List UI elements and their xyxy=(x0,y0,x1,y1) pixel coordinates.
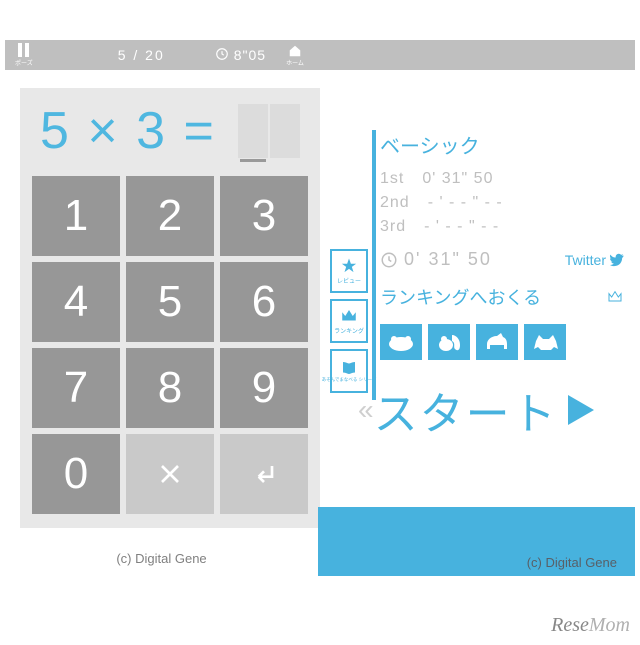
animal-squirrel[interactable] xyxy=(428,324,470,360)
pause-label: ポーズ xyxy=(15,58,33,67)
top-bar: ポーズ 5 / 20 8"05 ホーム xyxy=(5,40,635,70)
ranking-label: ランキング xyxy=(334,326,364,335)
x-icon xyxy=(154,458,186,490)
best-time-row: 0' 31" 50 Twitter xyxy=(380,249,625,270)
pause-icon xyxy=(18,43,29,57)
series-label: あそんでまなべる シリーズ xyxy=(322,378,377,383)
answer-cell-2[interactable] xyxy=(270,104,300,158)
key-clear[interactable] xyxy=(126,434,214,514)
rank-row: 1st0' 31" 50 xyxy=(380,167,625,191)
answer-cells xyxy=(238,104,300,158)
key-1[interactable]: 1 xyxy=(32,176,120,256)
twitter-share[interactable]: Twitter xyxy=(565,252,625,268)
key-8[interactable]: 8 xyxy=(126,348,214,428)
animal-icons xyxy=(380,324,625,360)
clock-icon xyxy=(215,47,229,64)
animal-horse[interactable] xyxy=(476,324,518,360)
home-label: ホーム xyxy=(286,58,304,67)
start-button[interactable]: スタート xyxy=(374,378,596,442)
equation-text: 5 × 3 = xyxy=(40,101,234,161)
twitter-icon xyxy=(609,253,625,267)
rank-list: 1st0' 31" 50 2nd- ' - - " - - 3rd- ' - -… xyxy=(380,167,625,239)
mode-title: ベーシック xyxy=(380,130,625,159)
home-icon xyxy=(287,44,303,58)
key-7[interactable]: 7 xyxy=(32,348,120,428)
progress-counter: 5 / 20 xyxy=(118,47,165,63)
key-0[interactable]: 0 xyxy=(32,434,120,514)
watermark: ReseMom xyxy=(551,614,630,637)
key-5[interactable]: 5 xyxy=(126,262,214,342)
key-3[interactable]: 3 xyxy=(220,176,308,256)
enter-icon xyxy=(248,458,280,490)
animal-wolf[interactable] xyxy=(524,324,566,360)
keypad-panel: 5 × 3 = 1 2 3 4 5 6 7 8 9 0 xyxy=(20,88,320,528)
play-icon xyxy=(566,393,596,427)
footer-right: (c) Digital Gene xyxy=(318,507,635,576)
send-to-ranking[interactable]: ランキングへおくる xyxy=(380,284,625,310)
ranking-button[interactable]: ランキング xyxy=(330,299,368,343)
rank-row: 3rd- ' - - " - - xyxy=(380,215,625,239)
pause-button[interactable]: ポーズ xyxy=(15,43,33,67)
key-9[interactable]: 9 xyxy=(220,348,308,428)
crown-icon xyxy=(605,289,625,305)
animal-hippo[interactable] xyxy=(380,324,422,360)
keypad: 1 2 3 4 5 6 7 8 9 0 xyxy=(32,176,308,514)
side-buttons: レビュー ランキング あそんでまなべる シリーズ xyxy=(330,249,368,393)
chevron-left-icon[interactable]: « xyxy=(358,394,366,426)
answer-cell-1[interactable] xyxy=(238,104,268,158)
footer-left: (c) Digital Gene xyxy=(5,540,318,576)
key-2[interactable]: 2 xyxy=(126,176,214,256)
rank-row: 2nd- ' - - " - - xyxy=(380,191,625,215)
clock-icon xyxy=(380,251,398,269)
result-panel: ベーシック 1st0' 31" 50 2nd- ' - - " - - 3rd-… xyxy=(380,130,625,442)
crown-icon xyxy=(339,307,359,325)
equation: 5 × 3 = xyxy=(40,96,300,166)
series-button[interactable]: あそんでまなべる シリーズ xyxy=(330,349,368,393)
key-6[interactable]: 6 xyxy=(220,262,308,342)
key-enter[interactable] xyxy=(220,434,308,514)
home-button[interactable]: ホーム xyxy=(286,44,304,67)
key-4[interactable]: 4 xyxy=(32,262,120,342)
review-button[interactable]: レビュー xyxy=(330,249,368,293)
book-icon xyxy=(339,359,359,377)
star-icon xyxy=(339,257,359,275)
divider xyxy=(372,130,376,400)
elapsed-time: 8"05 xyxy=(234,47,266,63)
review-label: レビュー xyxy=(337,276,361,285)
best-time: 0' 31" 50 xyxy=(404,249,492,270)
